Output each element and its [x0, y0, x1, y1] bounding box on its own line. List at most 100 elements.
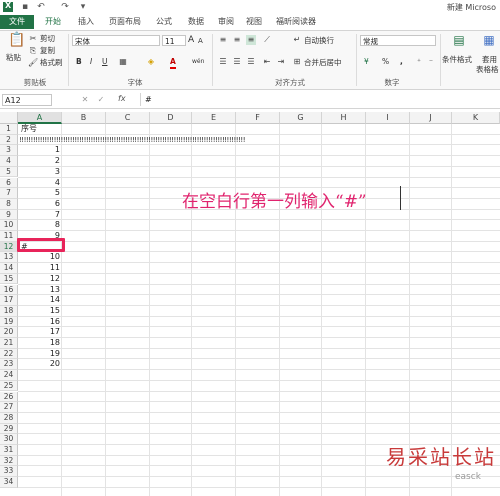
increase-font-size-button[interactable]: A: [188, 35, 194, 45]
cut-icon[interactable]: ✂: [28, 34, 38, 44]
row-header-23[interactable]: 23: [0, 359, 18, 371]
copy-icon[interactable]: ⎘: [28, 46, 38, 56]
comma-style-button[interactable]: ,: [400, 57, 403, 67]
increase-decimal-icon[interactable]: ⁺: [414, 57, 424, 67]
align-bottom-icon[interactable]: ≡: [246, 35, 256, 45]
save-icon[interactable]: ▪: [20, 2, 30, 12]
number-format-select[interactable]: 常规: [360, 35, 436, 46]
formula-input[interactable]: #: [140, 93, 498, 106]
redo-icon[interactable]: ↷: [60, 2, 70, 12]
row-header-31[interactable]: 31: [0, 445, 18, 456]
row-header-13[interactable]: 13: [0, 252, 18, 264]
column-header-F[interactable]: F: [236, 112, 280, 124]
tab-review[interactable]: 审阅: [214, 15, 238, 29]
name-box[interactable]: A12: [2, 94, 52, 106]
column-header-G[interactable]: G: [280, 112, 322, 124]
conditional-formatting-icon[interactable]: ▤: [452, 34, 466, 49]
row-header-27[interactable]: 27: [0, 402, 18, 413]
row-header-10[interactable]: 10: [0, 220, 18, 231]
cell-value[interactable]: 19: [18, 349, 60, 359]
cell-value[interactable]: 8: [18, 220, 60, 230]
row-header-25[interactable]: 25: [0, 380, 18, 392]
tab-formulas[interactable]: 公式: [150, 15, 178, 29]
tab-foxit-reader[interactable]: 福昕阅读器: [272, 15, 320, 29]
row-header-33[interactable]: 33: [0, 466, 18, 478]
italic-button[interactable]: I: [90, 57, 92, 67]
undo-icon[interactable]: ↶: [36, 2, 46, 12]
cell-value[interactable]: 16: [18, 317, 60, 327]
row-header-30[interactable]: 30: [0, 434, 18, 445]
row-header-26[interactable]: 26: [0, 391, 18, 403]
cell-row2-filled[interactable]: !!!!!!!!!!!!!!!!!!!!!!!!!!!!!!!!!!!!!!!!…: [19, 135, 497, 145]
tab-page-layout[interactable]: 页面布局: [104, 15, 146, 29]
cell-value[interactable]: 15: [18, 306, 60, 316]
column-header-H[interactable]: H: [322, 112, 366, 124]
column-header-A[interactable]: A: [18, 112, 62, 124]
row-header-34[interactable]: 34: [0, 477, 18, 488]
customize-qat-icon[interactable]: ▾: [78, 2, 88, 12]
row-header-1[interactable]: 1: [0, 124, 18, 135]
cell-value[interactable]: 20: [18, 359, 60, 369]
align-center-icon[interactable]: ☰: [232, 57, 242, 67]
row-header-29[interactable]: 29: [0, 423, 18, 435]
cell-value[interactable]: 11: [18, 263, 60, 273]
font-size-select[interactable]: 11: [162, 35, 186, 46]
row-header-19[interactable]: 19: [0, 316, 18, 328]
conditional-formatting-button[interactable]: 条件格式: [442, 55, 472, 65]
format-as-table-button[interactable]: 套用: [482, 55, 497, 65]
font-color-button[interactable]: A: [170, 57, 176, 69]
row-header-21[interactable]: 21: [0, 338, 18, 349]
column-header-J[interactable]: J: [410, 112, 452, 124]
row-header-7[interactable]: 7: [0, 188, 18, 199]
row-header-15[interactable]: 15: [0, 273, 18, 285]
paste-button[interactable]: 粘贴: [6, 53, 21, 63]
tab-data[interactable]: 数据: [182, 15, 210, 29]
cell-value[interactable]: 4: [18, 178, 60, 188]
cell-value[interactable]: 18: [18, 338, 60, 348]
row-header-8[interactable]: 8: [0, 198, 18, 210]
format-as-table-icon[interactable]: ▦: [482, 34, 496, 49]
row-header-14[interactable]: 14: [0, 263, 18, 274]
select-all-corner[interactable]: [0, 112, 18, 124]
align-top-icon[interactable]: ≡: [218, 35, 228, 45]
row-header-2[interactable]: 2: [0, 134, 18, 146]
row-header-32[interactable]: 32: [0, 455, 18, 467]
cell-value[interactable]: 1: [18, 145, 60, 155]
merge-center-icon[interactable]: ⊞: [292, 57, 302, 67]
row-header-11[interactable]: 11: [0, 231, 18, 242]
format-painter-button[interactable]: 格式刷: [40, 58, 63, 68]
row-header-6[interactable]: 6: [0, 177, 18, 189]
row-header-18[interactable]: 18: [0, 305, 18, 317]
tab-insert[interactable]: 插入: [72, 15, 100, 29]
decrease-indent-icon[interactable]: ⇤: [262, 57, 272, 67]
column-header-B[interactable]: B: [62, 112, 106, 124]
cell-A1[interactable]: 序号: [21, 124, 37, 134]
insert-function-button[interactable]: fx: [118, 94, 126, 103]
decrease-decimal-icon[interactable]: ⁻: [426, 57, 436, 67]
merge-center-button[interactable]: 合并后居中: [304, 58, 342, 68]
align-right-icon[interactable]: ☰: [246, 57, 256, 67]
column-header-D[interactable]: D: [150, 112, 192, 124]
cell-value[interactable]: 14: [18, 295, 60, 305]
format-as-table-label[interactable]: 表格格: [476, 65, 499, 75]
tab-home[interactable]: 开始: [38, 15, 68, 29]
cell-value[interactable]: 3: [18, 167, 60, 177]
cell-value[interactable]: 13: [18, 285, 60, 295]
row-header-20[interactable]: 20: [0, 327, 18, 338]
align-middle-icon[interactable]: ≡: [232, 35, 242, 45]
worksheet-grid[interactable]: ABCDEFGHIJK 1 2 3 4 5 6 7 8 9 10 11 12 13 14 15 16 17 18 1…: [0, 112, 500, 496]
cell-value[interactable]: 10: [18, 252, 60, 262]
row-header-16[interactable]: 16: [0, 284, 18, 296]
orientation-icon[interactable]: ⟋: [262, 35, 272, 45]
row-header-28[interactable]: 28: [0, 412, 18, 424]
wrap-text-button[interactable]: 自动换行: [304, 36, 334, 46]
row-header-5[interactable]: 5: [0, 166, 18, 178]
row-header-4[interactable]: 4: [0, 156, 18, 167]
column-header-C[interactable]: C: [106, 112, 150, 124]
tab-file[interactable]: 文件: [0, 15, 34, 29]
align-left-icon[interactable]: ☰: [218, 57, 228, 67]
column-header-K[interactable]: K: [452, 112, 500, 124]
enter-icon[interactable]: ✓: [96, 95, 106, 105]
bold-button[interactable]: B: [76, 57, 82, 67]
font-name-select[interactable]: 宋体: [72, 35, 160, 46]
